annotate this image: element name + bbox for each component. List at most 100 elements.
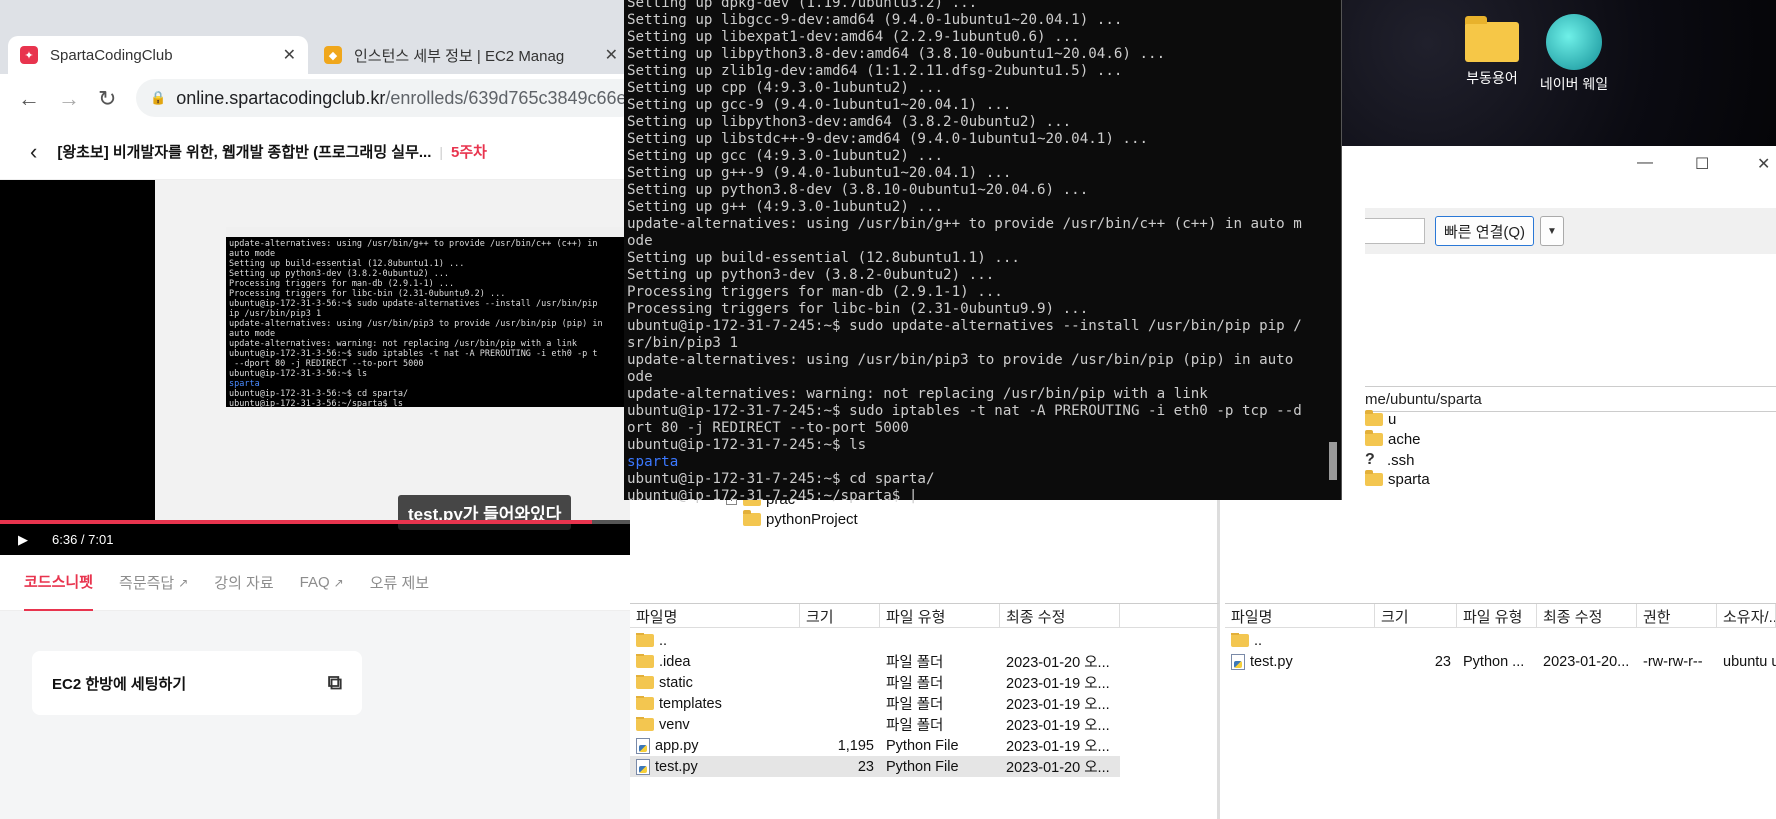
file-modified: 2023-01-19 오... [1006, 718, 1110, 734]
tab-ec2-instance[interactable]: ◆ 인스턴스 세부 정보 | EC2 Manag ✕ [312, 36, 630, 74]
video-terminal-line: ubuntu@ip-172-31-3-56:~$ sudo iptables -… [229, 349, 598, 359]
quick-connect-button[interactable]: 빠른 연결(Q) [1435, 216, 1535, 246]
scrollbar-thumb[interactable] [1329, 442, 1337, 480]
external-link-icon: ↗ [333, 575, 344, 590]
close-tab-icon[interactable]: ✕ [283, 45, 296, 65]
file-modified: 2023-01-19 오... [1006, 676, 1110, 692]
content-tab-label: 강의 자료 [214, 575, 274, 592]
terminal-line: sr/bin/pip3 1 [627, 335, 739, 351]
remote-tree-node[interactable]: u [1365, 410, 1397, 428]
back-chevron-icon[interactable]: ‹ [30, 139, 37, 165]
play-icon[interactable]: ▶ [18, 532, 28, 548]
forward-arrow-icon[interactable]: → [58, 86, 80, 112]
tree-label: .ssh [1387, 451, 1415, 469]
remote-tree-node[interactable]: ache [1365, 430, 1421, 448]
back-arrow-icon[interactable]: ← [18, 86, 40, 112]
video-terminal-line: ubuntu@ip-172-31-3-56:~/sparta$ ls [229, 399, 403, 407]
file-type: Python File [886, 758, 959, 775]
local-file-list: 파일명 크기 파일 유형 최종 수정.. .idea 파일 폴더 2023-01-20 오.… [630, 603, 1220, 819]
folder-icon [636, 716, 654, 731]
remote-tree-node[interactable]: sparta [1365, 470, 1430, 488]
terminal-line: Setting up build-essential (12.8ubuntu1.… [627, 250, 1020, 266]
video-terminal-line: Processing triggers for man-db (2.9.1-1)… [229, 279, 455, 289]
folder-icon [636, 632, 654, 647]
terminal-line: Processing triggers for man-db (2.9.1-1)… [627, 284, 1003, 300]
folder-icon [636, 695, 654, 710]
terminal-line: Setting up g++-9 (9.4.0-1ubuntu1~20.04.1… [627, 165, 1012, 181]
close-icon[interactable]: ✕ [1757, 154, 1770, 174]
video-player[interactable]: update-alternatives: using /usr/bin/g++ … [0, 180, 630, 555]
terminal-line: update-alternatives: using /usr/bin/g++ … [627, 216, 1302, 232]
copy-icon[interactable]: ⧉ [328, 672, 342, 695]
file-type: Python File [886, 737, 959, 754]
column-header[interactable]: 파일명 [1225, 604, 1375, 627]
local-file-row[interactable]: static 파일 폴더 2023-01-19 오... [630, 672, 1120, 693]
maximize-icon[interactable]: ☐ [1695, 154, 1709, 174]
terminal-line: update-alternatives: using /usr/bin/pip3… [627, 352, 1294, 368]
folder-icon [636, 653, 654, 668]
local-file-row[interactable]: .. [630, 630, 1120, 651]
content-tab[interactable]: 오류 제보 [370, 555, 429, 611]
folder-icon [636, 674, 654, 689]
local-file-row[interactable]: .idea 파일 폴더 2023-01-20 오... [630, 651, 1120, 672]
column-header[interactable]: 소유자/... [1717, 604, 1776, 627]
local-file-row[interactable]: test.py 23 Python File 2023-01-20 오... [630, 756, 1120, 777]
tab-spartacodingclub[interactable]: ✦ SpartaCodingClub ✕ [8, 36, 308, 74]
quickconnect-port-input[interactable] [1365, 218, 1425, 244]
content-tab[interactable]: 즉문즉답 ↗ [119, 555, 188, 611]
content-tab[interactable]: 코드스니펫 [24, 555, 94, 611]
url-path: /enrolleds/639d765c3849c66e [385, 87, 627, 108]
column-header[interactable]: 파일명 [630, 604, 800, 627]
local-file-row[interactable]: templates 파일 폴더 2023-01-19 오... [630, 693, 1120, 714]
terminal-line: Processing triggers for libc-bin (2.31-0… [627, 301, 1089, 317]
terminal-line: Setting up libpython3-dev:amd64 (3.8.2-0… [627, 114, 1072, 130]
local-tree-node[interactable]: pythonProject [743, 510, 858, 528]
column-header[interactable]: 최종 수정 [1537, 604, 1637, 627]
column-header[interactable]: 크기 [800, 604, 880, 627]
file-name: static [630, 674, 800, 691]
column-header[interactable]: 최종 수정 [1000, 604, 1120, 627]
minimize-icon[interactable]: — [1637, 154, 1653, 172]
remote-file-row[interactable]: .. [1225, 630, 1776, 651]
terminal-scrollbar[interactable] [1324, 0, 1341, 500]
local-file-row[interactable]: app.py 1,195 Python File 2023-01-19 오... [630, 735, 1120, 756]
remote-file-list: 파일명 크기 파일 유형 최종 수정 권한 소유자/..... test.py 23 Pytho… [1225, 603, 1776, 819]
column-header[interactable]: 크기 [1375, 604, 1457, 627]
file-name-label: .. [1254, 632, 1263, 649]
url-field[interactable]: 🔒 online.spartacodingclub.kr/enrolleds/6… [136, 79, 640, 117]
terminal-line: Setting up python3.8-dev (3.8.10-0ubuntu… [627, 182, 1089, 198]
remote-file-row[interactable]: test.py 23 Python ... 2023-01-20... -rw-rw-r… [1225, 651, 1776, 672]
content-tab[interactable]: FAQ ↗ [300, 555, 344, 611]
video-terminal-line: Setting up python3-dev (3.8.2-0ubuntu2) … [229, 269, 450, 279]
content-tab-label: 즉문즉답 [119, 575, 175, 592]
terminal-line: Setting up python3-dev (3.8.2-0ubuntu2) … [627, 267, 995, 283]
terminal-line: ort 80 -j REDIRECT --to-port 5000 [627, 420, 909, 436]
tree-label: ache [1388, 431, 1421, 448]
unknown-folder-icon: ? [1365, 451, 1375, 468]
column-header[interactable]: 파일 유형 [880, 604, 1000, 627]
remote-list-header: 파일명 크기 파일 유형 최종 수정 권한 소유자/... [1225, 604, 1776, 628]
remote-tree-node[interactable]: ? .ssh [1365, 451, 1415, 469]
remote-path-input[interactable]: me/ubuntu/sparta [1365, 386, 1776, 412]
video-terminal-line: Processing triggers for libc-bin (2.31-0… [229, 289, 506, 299]
column-header[interactable]: 파일 유형 [1457, 604, 1537, 627]
tree-label: u [1388, 411, 1397, 428]
quickconnect-bar: 빠른 연결(Q) ▼ [1365, 208, 1776, 254]
week-label: 5주차 [451, 144, 487, 161]
snippet-card[interactable]: EC2 한방에 세팅하기 ⧉ [32, 651, 362, 715]
reload-icon[interactable]: ↻ [98, 86, 116, 112]
close-tab-icon[interactable]: ✕ [605, 45, 618, 65]
video-terminal-line: ubuntu@ip-172-31-3-56:~$ ls [229, 369, 368, 379]
quick-connect-dropdown[interactable]: ▼ [1540, 216, 1564, 246]
local-file-row[interactable]: venv 파일 폴더 2023-01-19 오... [630, 714, 1120, 735]
file-type: 파일 폴더 [886, 697, 944, 713]
content-tab[interactable]: 강의 자료 [214, 555, 273, 611]
folder-icon [1231, 632, 1249, 647]
desktop-icon-whale[interactable]: 네이버 웨일 [1526, 14, 1622, 94]
whale-browser-icon [1546, 14, 1602, 70]
file-name-label: .. [659, 632, 668, 649]
ssh-terminal-window[interactable]: Setting up dpkg-dev (1.19.7ubuntu3.2) ..… [624, 0, 1342, 504]
video-terminal-line: update-alternatives: warning: not replac… [229, 339, 577, 349]
column-header[interactable]: 권한 [1637, 604, 1717, 627]
local-list-header: 파일명 크기 파일 유형 최종 수정 [630, 604, 1217, 628]
